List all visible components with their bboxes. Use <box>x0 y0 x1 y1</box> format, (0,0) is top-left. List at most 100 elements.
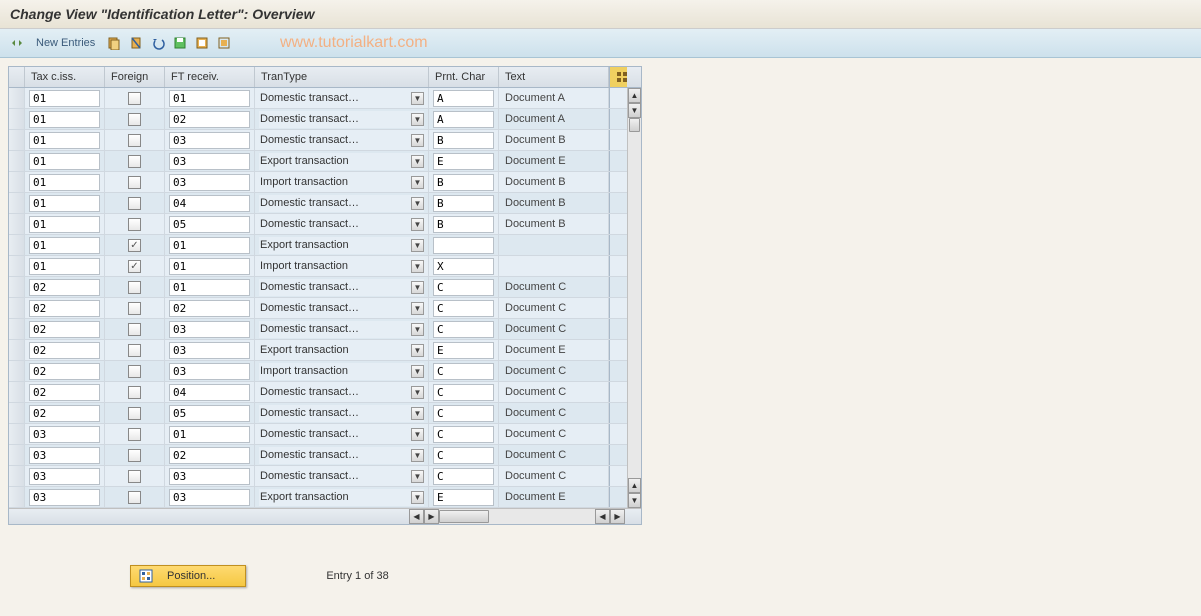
tax-cell[interactable] <box>25 340 105 360</box>
trantype-dropdown[interactable]: Domestic transact…▼ <box>259 111 424 128</box>
foreign-checkbox[interactable] <box>128 281 141 294</box>
tax-input[interactable] <box>29 111 100 128</box>
row-selector[interactable] <box>9 88 25 108</box>
tax-input[interactable] <box>29 489 100 506</box>
horizontal-scrollbar[interactable]: ◀ ▶ ◀ ▶ <box>9 508 641 524</box>
trantype-cell[interactable]: Import transaction▼ <box>255 256 429 276</box>
trantype-cell[interactable]: Export transaction▼ <box>255 151 429 171</box>
tax-input[interactable] <box>29 447 100 464</box>
row-selector[interactable] <box>9 130 25 150</box>
prnt-input[interactable] <box>433 300 494 317</box>
ft-cell[interactable] <box>165 109 255 129</box>
trantype-cell[interactable]: Export transaction▼ <box>255 487 429 507</box>
tax-input[interactable] <box>29 405 100 422</box>
foreign-cell[interactable] <box>105 382 165 402</box>
foreign-checkbox[interactable] <box>128 323 141 336</box>
ft-cell[interactable] <box>165 403 255 423</box>
chevron-down-icon[interactable]: ▼ <box>411 281 424 294</box>
trantype-cell[interactable]: Domestic transact…▼ <box>255 193 429 213</box>
trantype-dropdown[interactable]: Export transaction▼ <box>259 153 424 170</box>
ft-input[interactable] <box>169 342 250 359</box>
ft-input[interactable] <box>169 426 250 443</box>
foreign-cell[interactable] <box>105 277 165 297</box>
prnt-cell[interactable] <box>429 256 499 276</box>
prnt-cell[interactable] <box>429 193 499 213</box>
foreign-cell[interactable] <box>105 151 165 171</box>
prnt-input[interactable] <box>433 405 494 422</box>
tax-cell[interactable] <box>25 130 105 150</box>
prnt-cell[interactable] <box>429 466 499 486</box>
trantype-dropdown[interactable]: Export transaction▼ <box>259 342 424 359</box>
prnt-input[interactable] <box>433 447 494 464</box>
save-icon[interactable] <box>171 34 189 52</box>
row-selector[interactable] <box>9 193 25 213</box>
ft-input[interactable] <box>169 384 250 401</box>
prnt-cell[interactable] <box>429 172 499 192</box>
trantype-cell[interactable]: Import transaction▼ <box>255 361 429 381</box>
scroll-down-button[interactable]: ▼ <box>628 103 641 118</box>
column-ft-receiv[interactable]: FT receiv. <box>165 67 255 87</box>
row-selector[interactable] <box>9 361 25 381</box>
row-selector[interactable] <box>9 151 25 171</box>
trantype-cell[interactable]: Export transaction▼ <box>255 235 429 255</box>
chevron-down-icon[interactable]: ▼ <box>411 302 424 315</box>
trantype-cell[interactable]: Export transaction▼ <box>255 340 429 360</box>
prnt-input[interactable] <box>433 111 494 128</box>
tax-input[interactable] <box>29 174 100 191</box>
prnt-cell[interactable] <box>429 214 499 234</box>
foreign-checkbox[interactable] <box>128 134 141 147</box>
tax-cell[interactable] <box>25 214 105 234</box>
ft-input[interactable] <box>169 153 250 170</box>
prnt-cell[interactable] <box>429 445 499 465</box>
chevron-down-icon[interactable]: ▼ <box>411 470 424 483</box>
new-entries-button[interactable]: New Entries <box>30 35 101 51</box>
trantype-dropdown[interactable]: Domestic transact…▼ <box>259 300 424 317</box>
prnt-cell[interactable] <box>429 361 499 381</box>
trantype-dropdown[interactable]: Domestic transact…▼ <box>259 405 424 422</box>
prnt-input[interactable] <box>433 363 494 380</box>
tax-input[interactable] <box>29 384 100 401</box>
trantype-cell[interactable]: Domestic transact…▼ <box>255 109 429 129</box>
ft-input[interactable] <box>169 258 250 275</box>
foreign-checkbox[interactable] <box>128 470 141 483</box>
tax-input[interactable] <box>29 342 100 359</box>
chevron-down-icon[interactable]: ▼ <box>411 491 424 504</box>
foreign-checkbox[interactable] <box>128 449 141 462</box>
row-selector[interactable] <box>9 319 25 339</box>
tax-input[interactable] <box>29 300 100 317</box>
position-button[interactable]: Position... <box>130 565 246 587</box>
ft-input[interactable] <box>169 279 250 296</box>
tax-cell[interactable] <box>25 277 105 297</box>
trantype-cell[interactable]: Domestic transact…▼ <box>255 445 429 465</box>
foreign-checkbox[interactable] <box>128 365 141 378</box>
prnt-input[interactable] <box>433 132 494 149</box>
tax-cell[interactable] <box>25 487 105 507</box>
ft-cell[interactable] <box>165 172 255 192</box>
toggle-icon[interactable] <box>8 34 26 52</box>
prnt-cell[interactable] <box>429 298 499 318</box>
column-foreign[interactable]: Foreign <box>105 67 165 87</box>
prnt-cell[interactable] <box>429 151 499 171</box>
chevron-down-icon[interactable]: ▼ <box>411 113 424 126</box>
scroll-right-button[interactable]: ▶ <box>424 509 439 524</box>
hscroll-thumb[interactable] <box>439 510 489 523</box>
row-selector[interactable] <box>9 256 25 276</box>
prnt-cell[interactable] <box>429 487 499 507</box>
foreign-cell[interactable] <box>105 256 165 276</box>
tax-input[interactable] <box>29 195 100 212</box>
scroll-thumb[interactable] <box>629 118 640 132</box>
column-tax[interactable]: Tax c.iss. <box>25 67 105 87</box>
ft-cell[interactable] <box>165 424 255 444</box>
row-selector[interactable] <box>9 298 25 318</box>
foreign-checkbox[interactable] <box>128 239 141 252</box>
ft-cell[interactable] <box>165 235 255 255</box>
row-selector[interactable] <box>9 487 25 507</box>
ft-cell[interactable] <box>165 361 255 381</box>
column-config-icon[interactable] <box>609 67 627 87</box>
trantype-dropdown[interactable]: Domestic transact…▼ <box>259 132 424 149</box>
tax-cell[interactable] <box>25 193 105 213</box>
foreign-checkbox[interactable] <box>128 176 141 189</box>
tax-input[interactable] <box>29 90 100 107</box>
prnt-cell[interactable] <box>429 88 499 108</box>
prnt-input[interactable] <box>433 489 494 506</box>
